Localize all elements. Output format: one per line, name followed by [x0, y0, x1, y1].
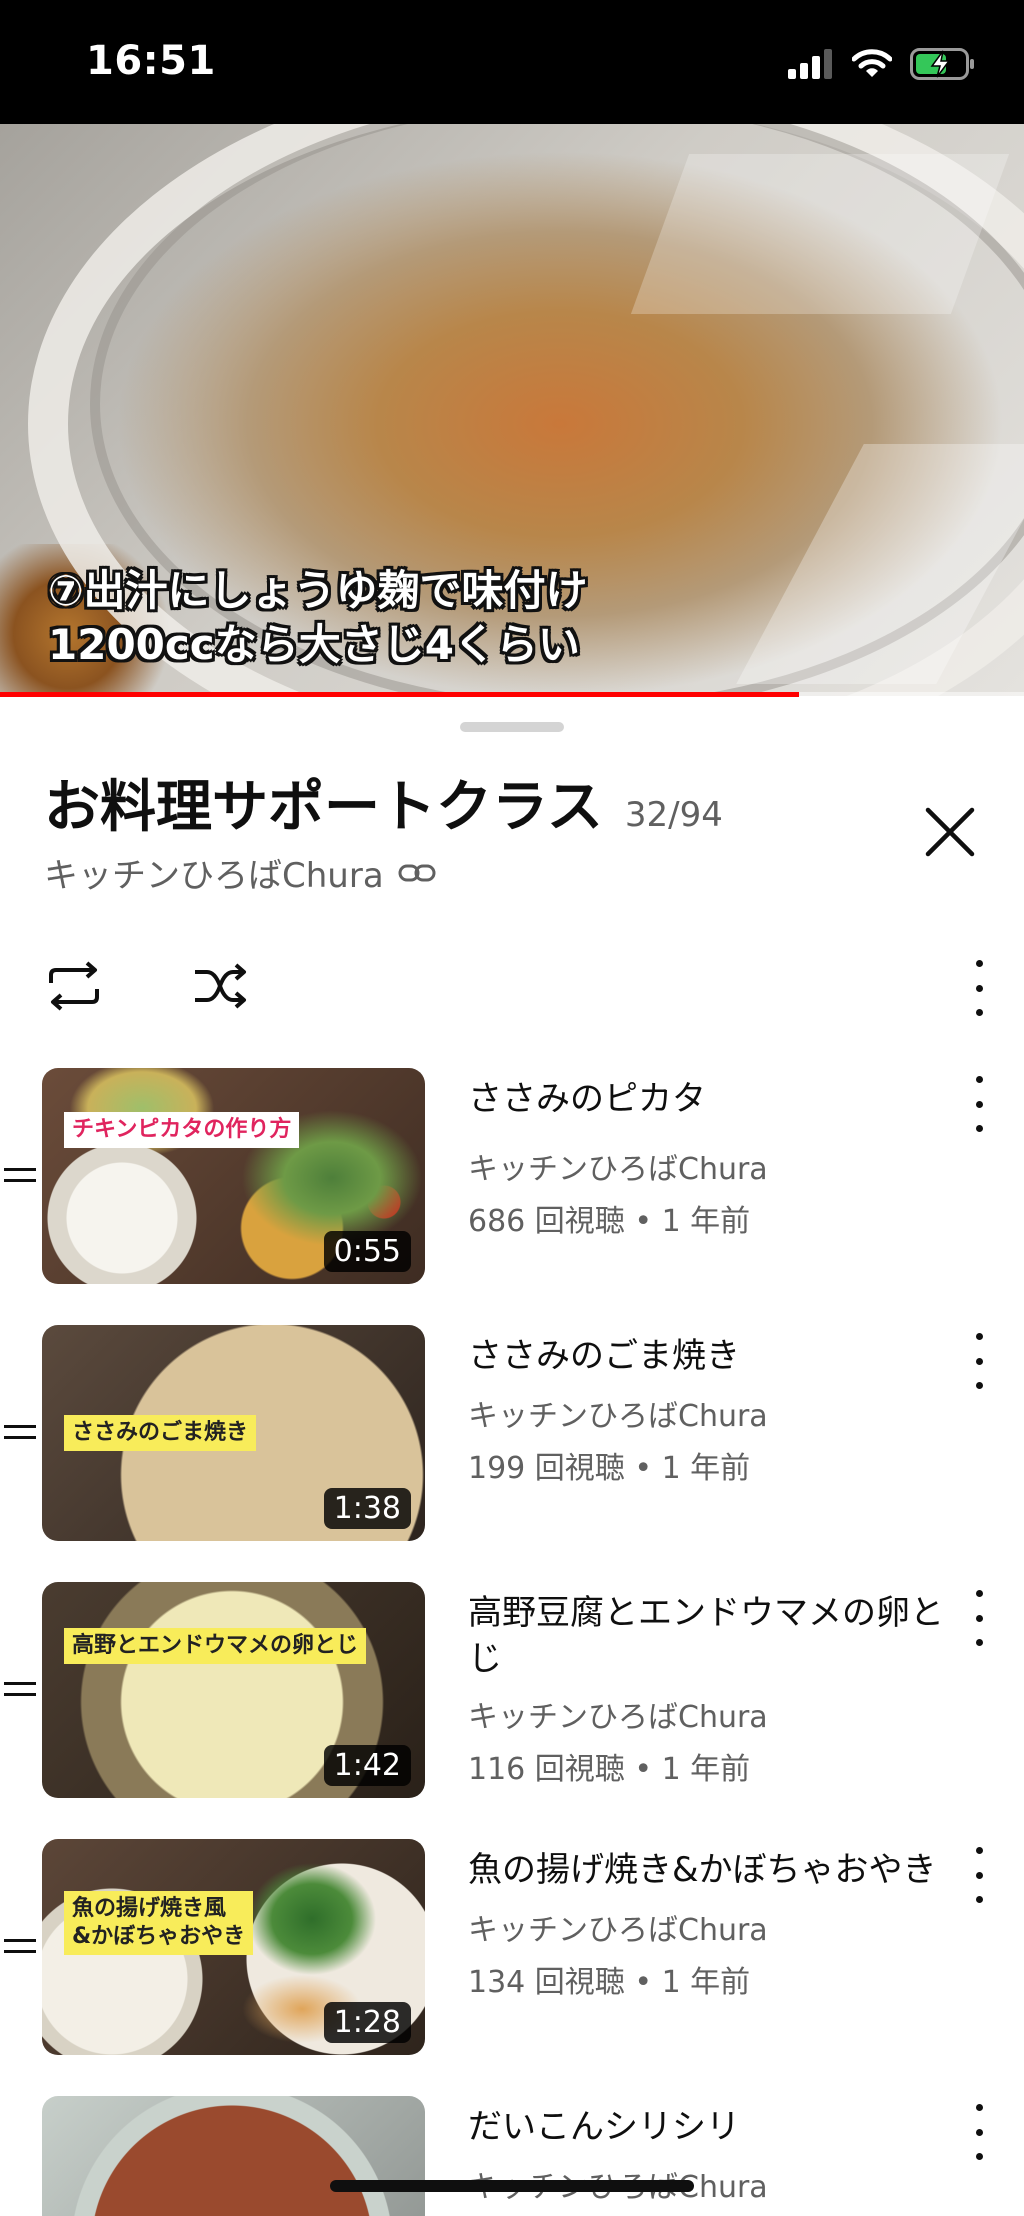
loop-icon	[49, 961, 99, 1011]
playlist-panel: お料理サポートクラス 32/94 キッチンひろばChura チキンピカタの作り方…	[0, 700, 1024, 2216]
playlist-header: お料理サポートクラス 32/94	[44, 762, 723, 843]
more-vert-icon[interactable]	[964, 960, 994, 1016]
video-thumbnail[interactable]: 魚の揚げ焼き風 &かぼちゃおやき 1:28	[42, 1839, 425, 2055]
video-channel[interactable]: キッチンひろばChura	[468, 1391, 768, 1435]
status-time: 16:51	[86, 38, 216, 84]
item-menu-icon[interactable]	[964, 1590, 994, 1646]
video-channel[interactable]: キッチンひろばChura	[468, 1144, 768, 1188]
cellular-signal-icon	[788, 49, 832, 79]
battery-charging-icon	[910, 48, 974, 80]
close-icon[interactable]	[918, 800, 982, 864]
video-thumbnail[interactable]	[42, 2096, 425, 2216]
video-caption-line-2: 1200ccなら大さじ4くらい	[48, 620, 580, 669]
loop-button[interactable]	[42, 954, 106, 1018]
video-channel[interactable]: キッチンひろばChura	[468, 1905, 768, 1949]
video-title[interactable]: 高野豆腐とエンドウマメの卵とじ	[468, 1590, 958, 1682]
drag-reorder-icon[interactable]	[4, 1937, 36, 1957]
video-caption-line-1: ⑦出汁にしょうゆ麹で味付け	[48, 566, 588, 615]
video-meta: 134 回視聴 • 1 年前	[468, 1965, 751, 2000]
link-icon	[398, 864, 436, 881]
shuffle-icon	[195, 963, 246, 1009]
item-menu-icon[interactable]	[964, 2104, 994, 2160]
playlist-title[interactable]: お料理サポートクラス	[44, 762, 603, 843]
video-caption: ⑦出汁にしょうゆ麹で味付け 1200ccなら大さじ4くらい	[48, 564, 588, 672]
thumbnail-label: ささみのごま焼き	[64, 1415, 257, 1451]
item-menu-icon[interactable]	[964, 1333, 994, 1389]
wifi-icon	[852, 49, 892, 77]
video-progress-fill	[0, 692, 799, 697]
item-menu-icon[interactable]	[964, 1076, 994, 1132]
video-title[interactable]: ささみのピカタ	[468, 1076, 958, 1122]
drag-handle[interactable]	[460, 722, 564, 732]
video-title[interactable]: ささみのごま焼き	[468, 1333, 958, 1379]
video-duration: 1:38	[323, 1488, 411, 1529]
shuffle-button[interactable]	[188, 954, 252, 1018]
video-channel[interactable]: キッチンひろばChura	[468, 1692, 768, 1736]
status-bar: 16:51	[0, 0, 1024, 124]
drag-reorder-icon[interactable]	[4, 1423, 36, 1443]
home-indicator[interactable]	[330, 2180, 694, 2192]
thumbnail-label-line-2: &かぼちゃおやき	[72, 1924, 246, 1949]
video-title[interactable]: だいこんシリシリ	[468, 2104, 958, 2150]
video-title[interactable]: 魚の揚げ焼き&かぼちゃおやき	[468, 1847, 958, 1893]
list-item[interactable]: チキンピカタの作り方 0:55 ささみのピカタ キッチンひろばChura 686…	[0, 1068, 1024, 1284]
item-menu-icon[interactable]	[964, 1847, 994, 1903]
list-item[interactable]: 魚の揚げ焼き風 &かぼちゃおやき 1:28 魚の揚げ焼き&かぼちゃおやき キッチ…	[0, 1839, 1024, 2055]
list-item[interactable]: だいこんシリシリ キッチンひろばChura	[0, 2096, 1024, 2216]
video-meta: 116 回視聴 • 1 年前	[468, 1752, 751, 1787]
list-item[interactable]: 高野とエンドウマメの卵とじ 1:42 高野豆腐とエンドウマメの卵とじ キッチンひ…	[0, 1582, 1024, 1798]
video-duration: 1:28	[323, 2002, 411, 2043]
drag-reorder-icon[interactable]	[4, 1166, 36, 1186]
thumbnail-label-line-1: 魚の揚げ焼き風	[72, 1896, 227, 1921]
video-frame-reflection	[630, 154, 1010, 314]
status-icons	[788, 44, 976, 84]
video-player[interactable]: ⑦出汁にしょうゆ麹で味付け 1200ccなら大さじ4くらい	[0, 124, 1024, 696]
video-duration: 1:42	[323, 1745, 411, 1786]
video-thumbnail[interactable]: ささみのごま焼き 1:38	[42, 1325, 425, 1541]
video-thumbnail[interactable]: 高野とエンドウマメの卵とじ 1:42	[42, 1582, 425, 1798]
thumbnail-label: 魚の揚げ焼き風 &かぼちゃおやき	[64, 1891, 254, 1955]
thumbnail-label: 高野とエンドウマメの卵とじ	[64, 1628, 367, 1664]
list-item[interactable]: ささみのごま焼き 1:38 ささみのごま焼き キッチンひろばChura 199 …	[0, 1325, 1024, 1541]
thumbnail-label: チキンピカタの作り方	[64, 1112, 300, 1148]
playlist-channel[interactable]: キッチンひろばChura	[44, 848, 384, 897]
playlist-channel-row[interactable]: キッチンひろばChura	[44, 848, 436, 897]
video-meta: 686 回視聴 • 1 年前	[468, 1204, 751, 1239]
playlist-position: 32/94	[624, 795, 723, 835]
video-duration: 0:55	[323, 1231, 411, 1272]
video-meta: 199 回視聴 • 1 年前	[468, 1451, 751, 1486]
drag-reorder-icon[interactable]	[4, 1680, 36, 1700]
video-thumbnail[interactable]: チキンピカタの作り方 0:55	[42, 1068, 425, 1284]
video-progress-bar[interactable]	[0, 692, 1024, 697]
